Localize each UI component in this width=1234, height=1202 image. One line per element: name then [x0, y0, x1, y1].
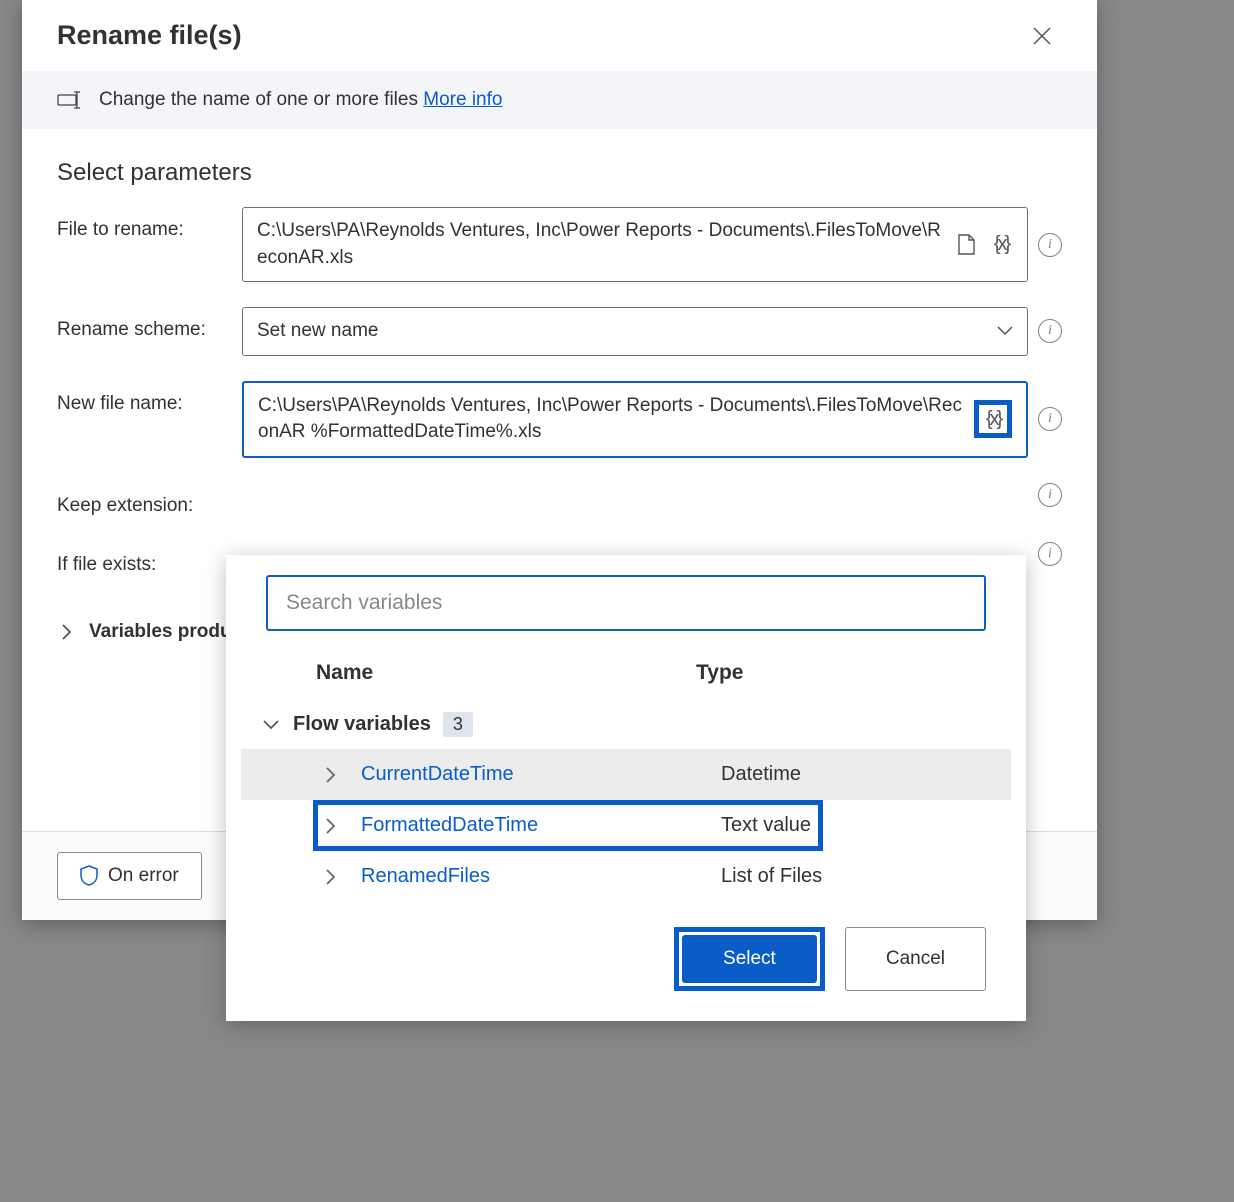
- description-text: Change the name of one or more files Mor…: [99, 89, 502, 111]
- variable-name: RenamedFiles: [361, 865, 701, 888]
- highlight-annotation: Select: [674, 927, 825, 991]
- variable-picker-icon[interactable]: {x}: [989, 233, 1013, 257]
- rename-scheme-select[interactable]: Set new name: [242, 307, 1028, 356]
- info-icon[interactable]: i: [1038, 542, 1062, 566]
- variables-table-header: Name Type: [241, 651, 1011, 700]
- info-icon[interactable]: i: [1038, 483, 1062, 507]
- column-header-type: Type: [696, 661, 991, 685]
- new-file-name-input[interactable]: C:\Users\PA\Reynolds Ventures, Inc\Power…: [242, 381, 1028, 458]
- dialog-header: Rename file(s): [22, 0, 1097, 71]
- param-label: New file name:: [57, 381, 222, 415]
- close-button[interactable]: [1022, 21, 1062, 51]
- variable-type: Text value: [721, 814, 811, 837]
- param-file-to-rename: File to rename: C:\Users\PA\Reynolds Ven…: [57, 207, 1062, 282]
- section-title: Select parameters: [22, 129, 1097, 197]
- search-variables-input[interactable]: Search variables: [266, 575, 986, 631]
- variable-picker-popup: Search variables Name Type Flow variable…: [226, 555, 1026, 1021]
- param-new-file-name: New file name: C:\Users\PA\Reynolds Vent…: [57, 381, 1062, 458]
- chevron-down-icon: [997, 326, 1013, 336]
- file-to-rename-input[interactable]: C:\Users\PA\Reynolds Ventures, Inc\Power…: [242, 207, 1028, 282]
- close-icon: [1032, 26, 1052, 46]
- dialog-title: Rename file(s): [57, 20, 242, 51]
- param-label: Rename scheme:: [57, 307, 222, 341]
- highlight-annotation: {x}: [974, 400, 1012, 438]
- variable-type: List of Files: [721, 865, 822, 888]
- param-label: Keep extension:: [57, 483, 222, 517]
- param-rename-scheme: Rename scheme: Set new name i: [57, 307, 1062, 356]
- on-error-button[interactable]: On error: [57, 852, 202, 900]
- chevron-right-icon: [321, 767, 341, 783]
- chevron-down-icon: [261, 720, 281, 730]
- select-button[interactable]: Select: [682, 935, 817, 983]
- file-picker-icon[interactable]: [955, 233, 979, 257]
- popup-footer: Select Cancel: [241, 902, 1011, 1006]
- param-keep-extension: Keep extension: i: [57, 483, 1062, 517]
- flow-variables-group[interactable]: Flow variables 3: [241, 700, 1011, 749]
- column-header-name: Name: [316, 661, 696, 685]
- variable-row-formatteddatetime[interactable]: FormattedDateTime Text value: [241, 800, 1011, 851]
- variable-count-badge: 3: [443, 712, 473, 737]
- parameters-section: File to rename: C:\Users\PA\Reynolds Ven…: [22, 197, 1097, 611]
- info-icon[interactable]: i: [1038, 407, 1062, 431]
- description-bar: Change the name of one or more files Mor…: [22, 71, 1097, 129]
- rename-icon: [57, 90, 81, 110]
- more-info-link[interactable]: More info: [423, 89, 502, 110]
- cancel-button[interactable]: Cancel: [845, 927, 986, 991]
- variable-row-renamedfiles[interactable]: RenamedFiles List of Files: [241, 851, 1011, 902]
- param-label: If file exists:: [57, 542, 222, 576]
- param-label: File to rename:: [57, 207, 222, 241]
- info-icon[interactable]: i: [1038, 319, 1062, 343]
- variable-picker-icon[interactable]: {x}: [981, 407, 1005, 431]
- variable-row-currentdatetime[interactable]: CurrentDateTime Datetime: [241, 749, 1011, 800]
- variable-type: Datetime: [721, 763, 801, 786]
- info-icon[interactable]: i: [1038, 233, 1062, 257]
- chevron-right-icon: [321, 818, 341, 834]
- variable-name: CurrentDateTime: [361, 763, 701, 786]
- chevron-right-icon: [57, 624, 77, 640]
- shield-icon: [80, 865, 98, 887]
- chevron-right-icon: [321, 869, 341, 885]
- variable-name: FormattedDateTime: [361, 814, 701, 837]
